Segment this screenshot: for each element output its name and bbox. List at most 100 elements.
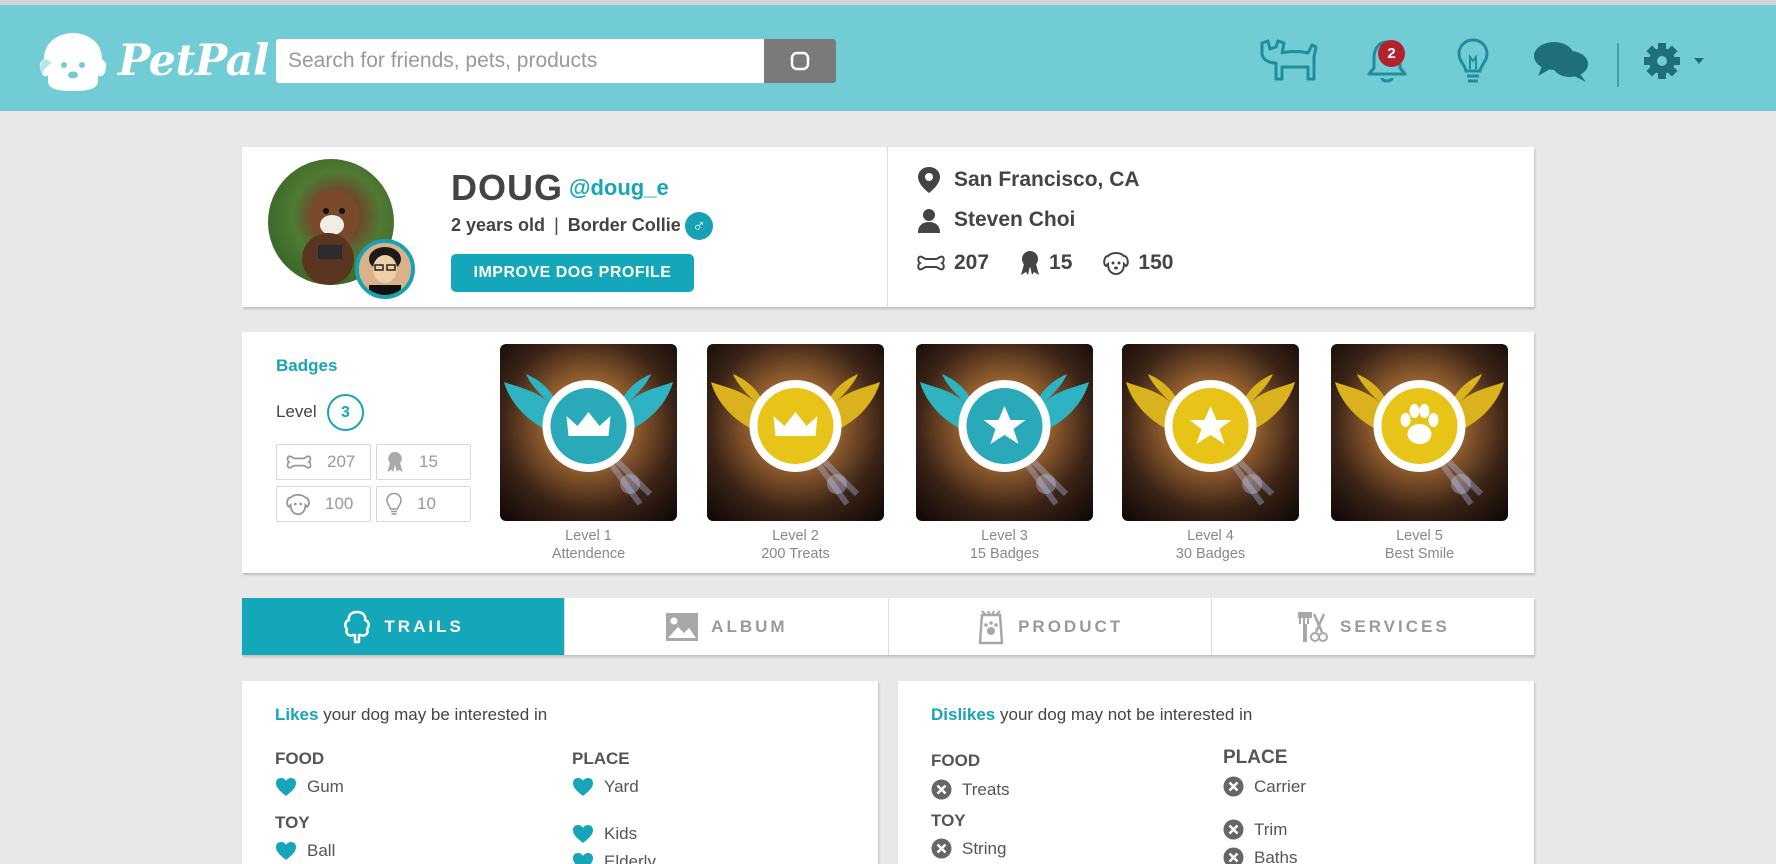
nav-divider [1617,43,1619,87]
likes-title-strong: Likes [275,705,319,724]
badge-item[interactable]: Level 1 Attendence [500,344,677,563]
badge-level: Level 4 [1187,528,1234,544]
logo-text: PetPal [118,36,269,86]
x-circle-icon [931,779,952,800]
heart-icon [573,853,593,864]
dislike-item-label: Carrier [1254,776,1306,796]
owner-photo-icon [359,243,411,295]
dog-breed: Border Collie [567,215,681,235]
profile-card: DOUG @doug_e 2 years old | Border Collie… [242,147,1534,307]
dislike-item[interactable]: Carrier [1223,776,1306,797]
owner-avatar[interactable] [355,239,415,299]
mini-stat-ideas: 10 [376,486,471,522]
badge-level: Level 1 [565,528,612,544]
dog-age: 2 years old [451,215,546,235]
like-item[interactable]: Gum [275,777,344,797]
badges-count: 15 [1049,251,1073,274]
tools-icon [1298,611,1329,642]
heart-icon [573,825,593,843]
badge-caption: Level 1 Attendence [500,527,677,563]
nav-ideas-button[interactable] [1456,35,1490,87]
dog-handle[interactable]: @doug_e [569,175,669,201]
profile-tabs: TRAILS ALBUM PRODUCT SERVICES [242,598,1534,655]
badge-name: 200 Treats [761,546,830,562]
badge-caption: Level 5 Best Smile [1331,527,1508,563]
badges-title: Badges [276,356,338,375]
dislikes-title-rest: your dog may not be interested in [995,705,1253,724]
profile-stats-row: 207 15 150 [916,250,1203,276]
person-icon [918,209,940,233]
dislike-item[interactable]: Baths [1223,847,1297,864]
friends-count: 150 [1138,251,1174,274]
dislike-item[interactable]: Trim [1223,819,1287,840]
like-item[interactable]: Yard [572,777,639,797]
tab-product[interactable]: PRODUCT [887,598,1211,655]
dislike-item-label: Trim [1254,819,1288,839]
mini-treats-count: 207 [327,452,356,471]
badge-name: 15 Badges [969,546,1040,562]
mini-stat-treats: 207 [276,444,371,480]
dislikes-place-heading: PLACE [1223,747,1288,768]
dislikes-title-strong: Dislikes [931,705,996,724]
dislikes-food-heading: FOOD [931,751,981,770]
heart-icon [276,778,296,796]
badge-item[interactable]: Level 2 200 Treats [707,344,884,563]
badge-medal-icon [707,344,884,521]
notification-count-badge: 2 [1378,40,1405,67]
mini-ideas-count: 10 [417,494,436,513]
settings-menu-button[interactable] [1641,35,1707,87]
owner-row: Steven Choi [916,207,1075,233]
owner-name[interactable]: Steven Choi [954,208,1075,232]
badge-medal-icon [916,344,1093,521]
badge-item[interactable]: Level 4 30 Badges [1122,344,1299,563]
x-circle-icon [1223,847,1244,864]
badge-level: Level 3 [981,528,1028,544]
tab-trails[interactable]: TRAILS [242,598,565,655]
location-row: San Francisco, CA [916,165,1140,195]
tab-services-label: SERVICES [1340,616,1450,636]
level-number: 3 [327,394,364,431]
search-button[interactable] [764,39,836,83]
like-item[interactable]: Ball [275,841,335,861]
likes-card: Likes your dog may be interested in FOOD… [242,681,878,864]
dog-face-icon [286,493,310,516]
nav-pets-button[interactable] [1256,35,1320,87]
dog-info: 2 years old | Border Collie [451,215,681,236]
navbar: PetPal 2 [0,5,1776,111]
like-item-label: Ball [307,841,336,860]
badge-level: Level 2 [772,528,819,544]
x-circle-icon [1223,819,1244,840]
badge-medal-icon [1331,344,1508,521]
image-icon [666,612,699,641]
dog-icon [1260,39,1318,81]
like-item[interactable]: Elderly [572,852,656,864]
tab-services[interactable]: SERVICES [1210,598,1534,655]
dislike-item[interactable]: Treats [931,779,1010,800]
mini-friends-count: 100 [325,494,354,513]
dislikes-title: Dislikes your dog may not be interested … [931,705,1252,725]
dislike-item[interactable]: String [931,838,1006,859]
search-icon [790,51,810,71]
badges-stat: 15 [1019,250,1072,276]
like-item-label: Kids [604,824,638,843]
badge-name: Attendence [551,546,626,562]
location-pin-icon [918,167,940,193]
like-item-label: Yard [604,777,639,796]
treats-count: 207 [954,251,990,274]
likes-food-heading: FOOD [275,749,325,768]
badge-item[interactable]: Level 5 Best Smile [1331,344,1508,563]
bone-icon [917,255,945,271]
like-item-label: Elderly [604,852,656,864]
logo[interactable]: PetPal [36,29,269,93]
badge-name: Best Smile [1384,546,1455,562]
badge-caption: Level 2 200 Treats [707,527,884,563]
tab-album[interactable]: ALBUM [564,598,887,655]
improve-dog-profile-button[interactable]: IMPROVE DOG PROFILE [451,254,694,292]
like-item[interactable]: Kids [572,824,637,844]
nav-messages-button[interactable] [1532,35,1590,87]
badge-item[interactable]: Level 3 15 Badges [916,344,1093,563]
dislikes-toy-heading: TOY [931,811,966,830]
tree-icon [344,610,371,643]
search-input[interactable] [276,39,764,83]
x-circle-icon [931,838,952,859]
